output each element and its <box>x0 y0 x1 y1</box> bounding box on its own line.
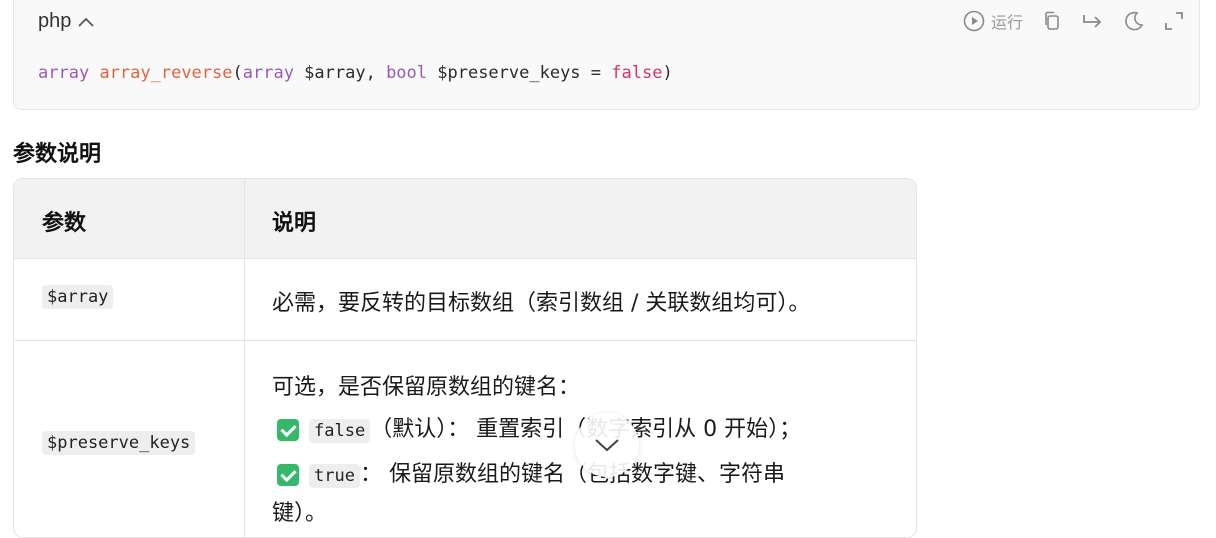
expand-icon <box>1165 12 1183 30</box>
wrap-arrow-icon <box>1083 15 1102 28</box>
function-name: array_reverse <box>99 63 233 83</box>
code-header: php 运行 <box>14 0 1199 44</box>
desc-continuation: 键）。 <box>272 501 328 526</box>
scroll-down-button[interactable] <box>575 413 639 477</box>
chevron-up-icon <box>78 17 95 27</box>
params-table: 参数 说明 $array 必需，要反转的目标数组（索引数组 / 关联数组均可）。… <box>13 178 917 538</box>
open-paren: ( <box>232 63 243 83</box>
desc-cell: 必需，要反转的目标数组（索引数组 / 关联数组均可）。 <box>272 291 811 316</box>
check-icon <box>277 419 299 441</box>
option-code: true <box>309 464 360 488</box>
param-code: $array <box>42 285 114 309</box>
code-toolbar: 运行 <box>963 7 1185 35</box>
param2-default: false <box>611 63 663 83</box>
param1-type: array <box>242 63 294 83</box>
code-signature: array array_reverse(array $array, bool $… <box>38 63 673 83</box>
column-divider <box>244 179 245 537</box>
param-cell: $array <box>42 285 114 309</box>
theme-button[interactable] <box>1123 10 1145 32</box>
section-title: 参数说明 <box>13 142 102 167</box>
copy-icon <box>1045 11 1059 30</box>
param2-type: bool <box>386 63 428 83</box>
copy-button[interactable] <box>1041 10 1063 32</box>
language-label: php <box>38 10 72 32</box>
table-header: 参数 说明 <box>14 179 916 259</box>
fullscreen-button[interactable] <box>1163 10 1185 32</box>
return-type: array <box>38 63 90 83</box>
param2-name: $preserve_keys = <box>427 63 612 83</box>
code-block: php 运行 array array_reverse(array $array,… <box>13 0 1200 110</box>
wrap-button[interactable] <box>1081 10 1105 32</box>
run-button[interactable]: 运行 <box>963 9 1023 33</box>
check-icon <box>277 464 299 486</box>
run-label: 运行 <box>990 13 1023 32</box>
moon-icon <box>1125 11 1144 31</box>
table-row: $array 必需，要反转的目标数组（索引数组 / 关联数组均可）。 <box>14 258 916 341</box>
header-param: 参数 <box>42 211 87 236</box>
option-true: true： 保留原数组的键名（包括数字键、字符串 <box>277 456 785 488</box>
header-desc: 说明 <box>272 211 317 236</box>
param-code: $preserve_keys <box>42 431 196 455</box>
chevron-down-icon <box>595 439 619 452</box>
desc-intro: 可选，是否保留原数组的键名： <box>272 375 581 400</box>
option-code: false <box>309 419 371 443</box>
language-toggle[interactable]: php <box>38 10 95 33</box>
play-circle-icon <box>963 10 985 32</box>
close-paren: ) <box>662 63 673 83</box>
option-text: ： 保留原数组的键名（包括数字键、字符串 <box>359 462 785 487</box>
param1-name: $array, <box>293 63 387 83</box>
param-cell: $preserve_keys <box>42 431 196 455</box>
option-false: false（默认）： 重置索引（数字索引从 0 开始）； <box>277 411 801 443</box>
